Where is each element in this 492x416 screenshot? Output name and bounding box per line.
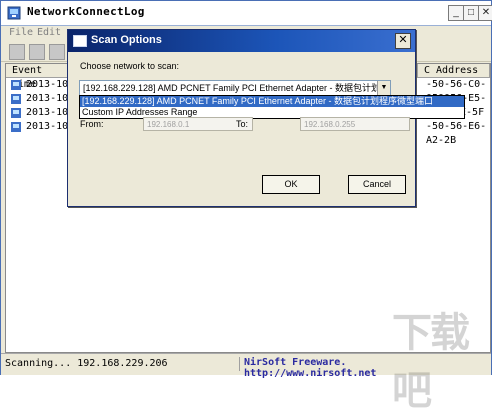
window-title: NetworkConnectLog [27,5,145,18]
properties-icon[interactable] [49,44,65,60]
connection-icon [11,122,21,132]
maximize-button[interactable]: □ [463,5,479,21]
to-ip-field[interactable]: 192.168.0.255 [300,117,410,131]
scan-status: Scanning... 192.168.229.206 [5,358,168,369]
connection-icon [11,80,21,90]
dialog-close-button[interactable]: ✕ [395,33,411,49]
network-prompt-label: Choose network to scan: [80,61,180,71]
to-label: To: [236,119,249,129]
menu-file[interactable]: File [9,27,33,38]
column-mac-address[interactable]: C Address [418,64,490,78]
from-label: From: [80,119,104,129]
connection-icon [11,94,21,104]
menu-edit[interactable]: Edit [37,27,61,38]
close-button[interactable]: ✕ [478,5,492,21]
connection-icon [11,108,21,118]
dialog-title-bar[interactable]: Scan Options ✕ [68,30,415,52]
column-event-time[interactable]: Event Time [6,64,70,90]
network-select[interactable]: [192.168.229.128] AMD PCNET Family PCI E… [79,80,391,96]
cancel-button[interactable]: Cancel [348,175,406,194]
dropdown-option-adapter[interactable]: [192.168.229.128] AMD PCNET Family PCI E… [80,96,464,107]
network-select-value: [192.168.229.128] AMD PCNET Family PCI E… [83,83,391,93]
watermark-logo: 下载吧 [392,311,470,413]
network-dropdown-list[interactable]: [192.168.229.128] AMD PCNET Family PCI E… [79,95,465,119]
save-icon[interactable] [9,44,25,60]
dialog-title: Scan Options [91,34,162,46]
mac-address: -50-56-E6-A2-2B [426,121,487,146]
network-icon [7,6,21,20]
copy-icon[interactable] [29,44,45,60]
minimize-button[interactable]: _ [448,5,464,21]
ok-button[interactable]: OK [262,175,320,194]
title-bar[interactable]: NetworkConnectLog _ □ ✕ [1,1,492,26]
scan-options-dialog: Scan Options ✕ Choose network to scan: [… [67,29,465,207]
dialog-window-icon [73,35,87,47]
chevron-down-icon[interactable]: ▼ [377,81,390,95]
